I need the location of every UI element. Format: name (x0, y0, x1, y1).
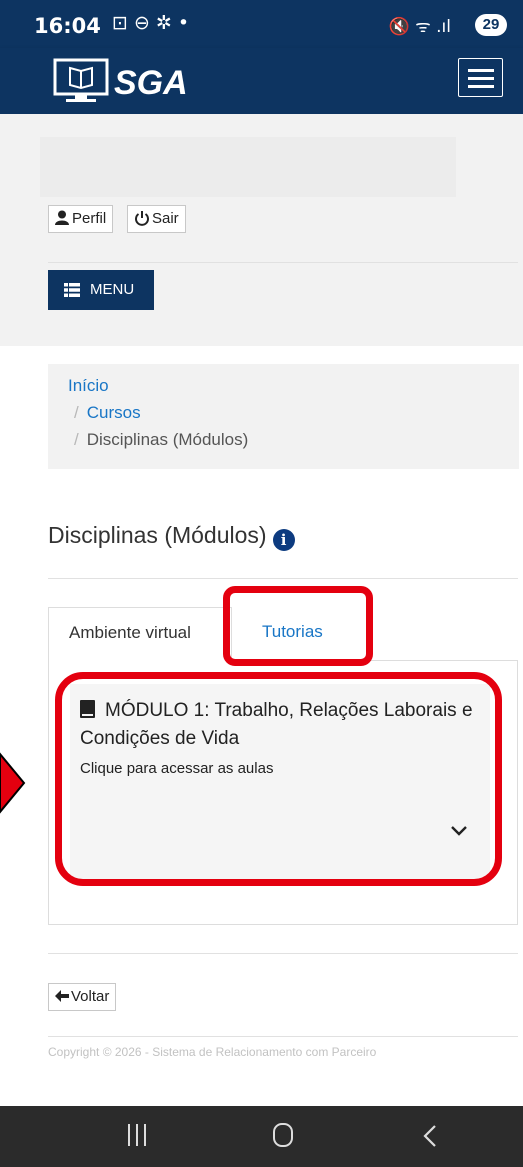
breadcrumb-separator: / (74, 403, 79, 422)
battery-icon: 29 (475, 14, 507, 36)
back-button[interactable]: Voltar (48, 983, 117, 1011)
hamburger-icon-bar (468, 77, 494, 80)
profile-button[interactable]: Perfil (48, 205, 114, 233)
signal-icons: 🔇 ᯤ .ıl (388, 17, 451, 37)
hamburger-icon-bar (468, 85, 494, 88)
recent-apps-icon (128, 1124, 130, 1146)
page-title-row: Disciplinas (Módulos) i (48, 522, 295, 551)
divider (48, 1036, 518, 1037)
divider (48, 953, 518, 954)
annotation-arrow-icon (0, 752, 26, 814)
back-nav-button[interactable] (420, 1124, 440, 1148)
info-icon[interactable]: i (272, 529, 295, 551)
sga-logo[interactable]: SGA (48, 56, 228, 106)
monitor-book-logo-icon: SGA (53, 58, 188, 102)
breadcrumb: Início / Cursos / Disciplinas (Módulos) (48, 364, 519, 469)
copyright-text: Copyright © 2026 - Sistema de Relacionam… (48, 1045, 377, 1059)
top-navbar: SGA (0, 48, 523, 114)
hamburger-button[interactable] (458, 58, 503, 97)
user-info-placeholder (40, 137, 456, 197)
home-button[interactable] (273, 1123, 293, 1147)
menu-label: MENU (90, 281, 135, 298)
menu-button[interactable]: MENU (48, 270, 154, 310)
user-icon (55, 210, 69, 225)
breadcrumb-row-current: / Disciplinas (Módulos) (74, 426, 248, 453)
system-nav-bar (0, 1106, 523, 1167)
power-icon (135, 211, 149, 226)
breadcrumb-separator: / (74, 430, 79, 449)
recent-apps-button[interactable] (128, 1124, 146, 1146)
status-bar: 16:04 ⊡ ⊖ ✲ • 🔇 ᯤ .ıl 29 (0, 0, 523, 48)
tutorias-highlight-box (223, 586, 373, 666)
divider (48, 262, 518, 263)
logout-button[interactable]: Sair (127, 205, 186, 233)
recent-apps-icon-bar (136, 1124, 138, 1146)
tab-ambiente-virtual[interactable]: Ambiente virtual (48, 607, 232, 661)
hamburger-icon (468, 69, 494, 72)
arrow-left-icon (55, 990, 69, 1002)
page-title: Disciplinas (Módulos) (48, 522, 267, 548)
logo-text: SGA (114, 64, 188, 102)
breadcrumb-item-cursos[interactable]: Cursos (87, 403, 141, 422)
breadcrumb-item-current: Disciplinas (Módulos) (86, 430, 249, 449)
notification-icons: ⊡ ⊖ ✲ • (112, 12, 190, 34)
status-time: 16:04 (34, 14, 101, 38)
divider (48, 578, 518, 579)
module-highlight-box (55, 672, 502, 886)
breadcrumb-item-inicio[interactable]: Início (68, 372, 109, 399)
list-icon (64, 283, 80, 297)
back-label: Voltar (71, 988, 110, 1005)
profile-label: Perfil (72, 210, 107, 227)
recent-apps-icon-bar (144, 1124, 146, 1146)
logout-label: Sair (152, 210, 179, 227)
breadcrumb-row-cursos: / Cursos (74, 399, 141, 426)
